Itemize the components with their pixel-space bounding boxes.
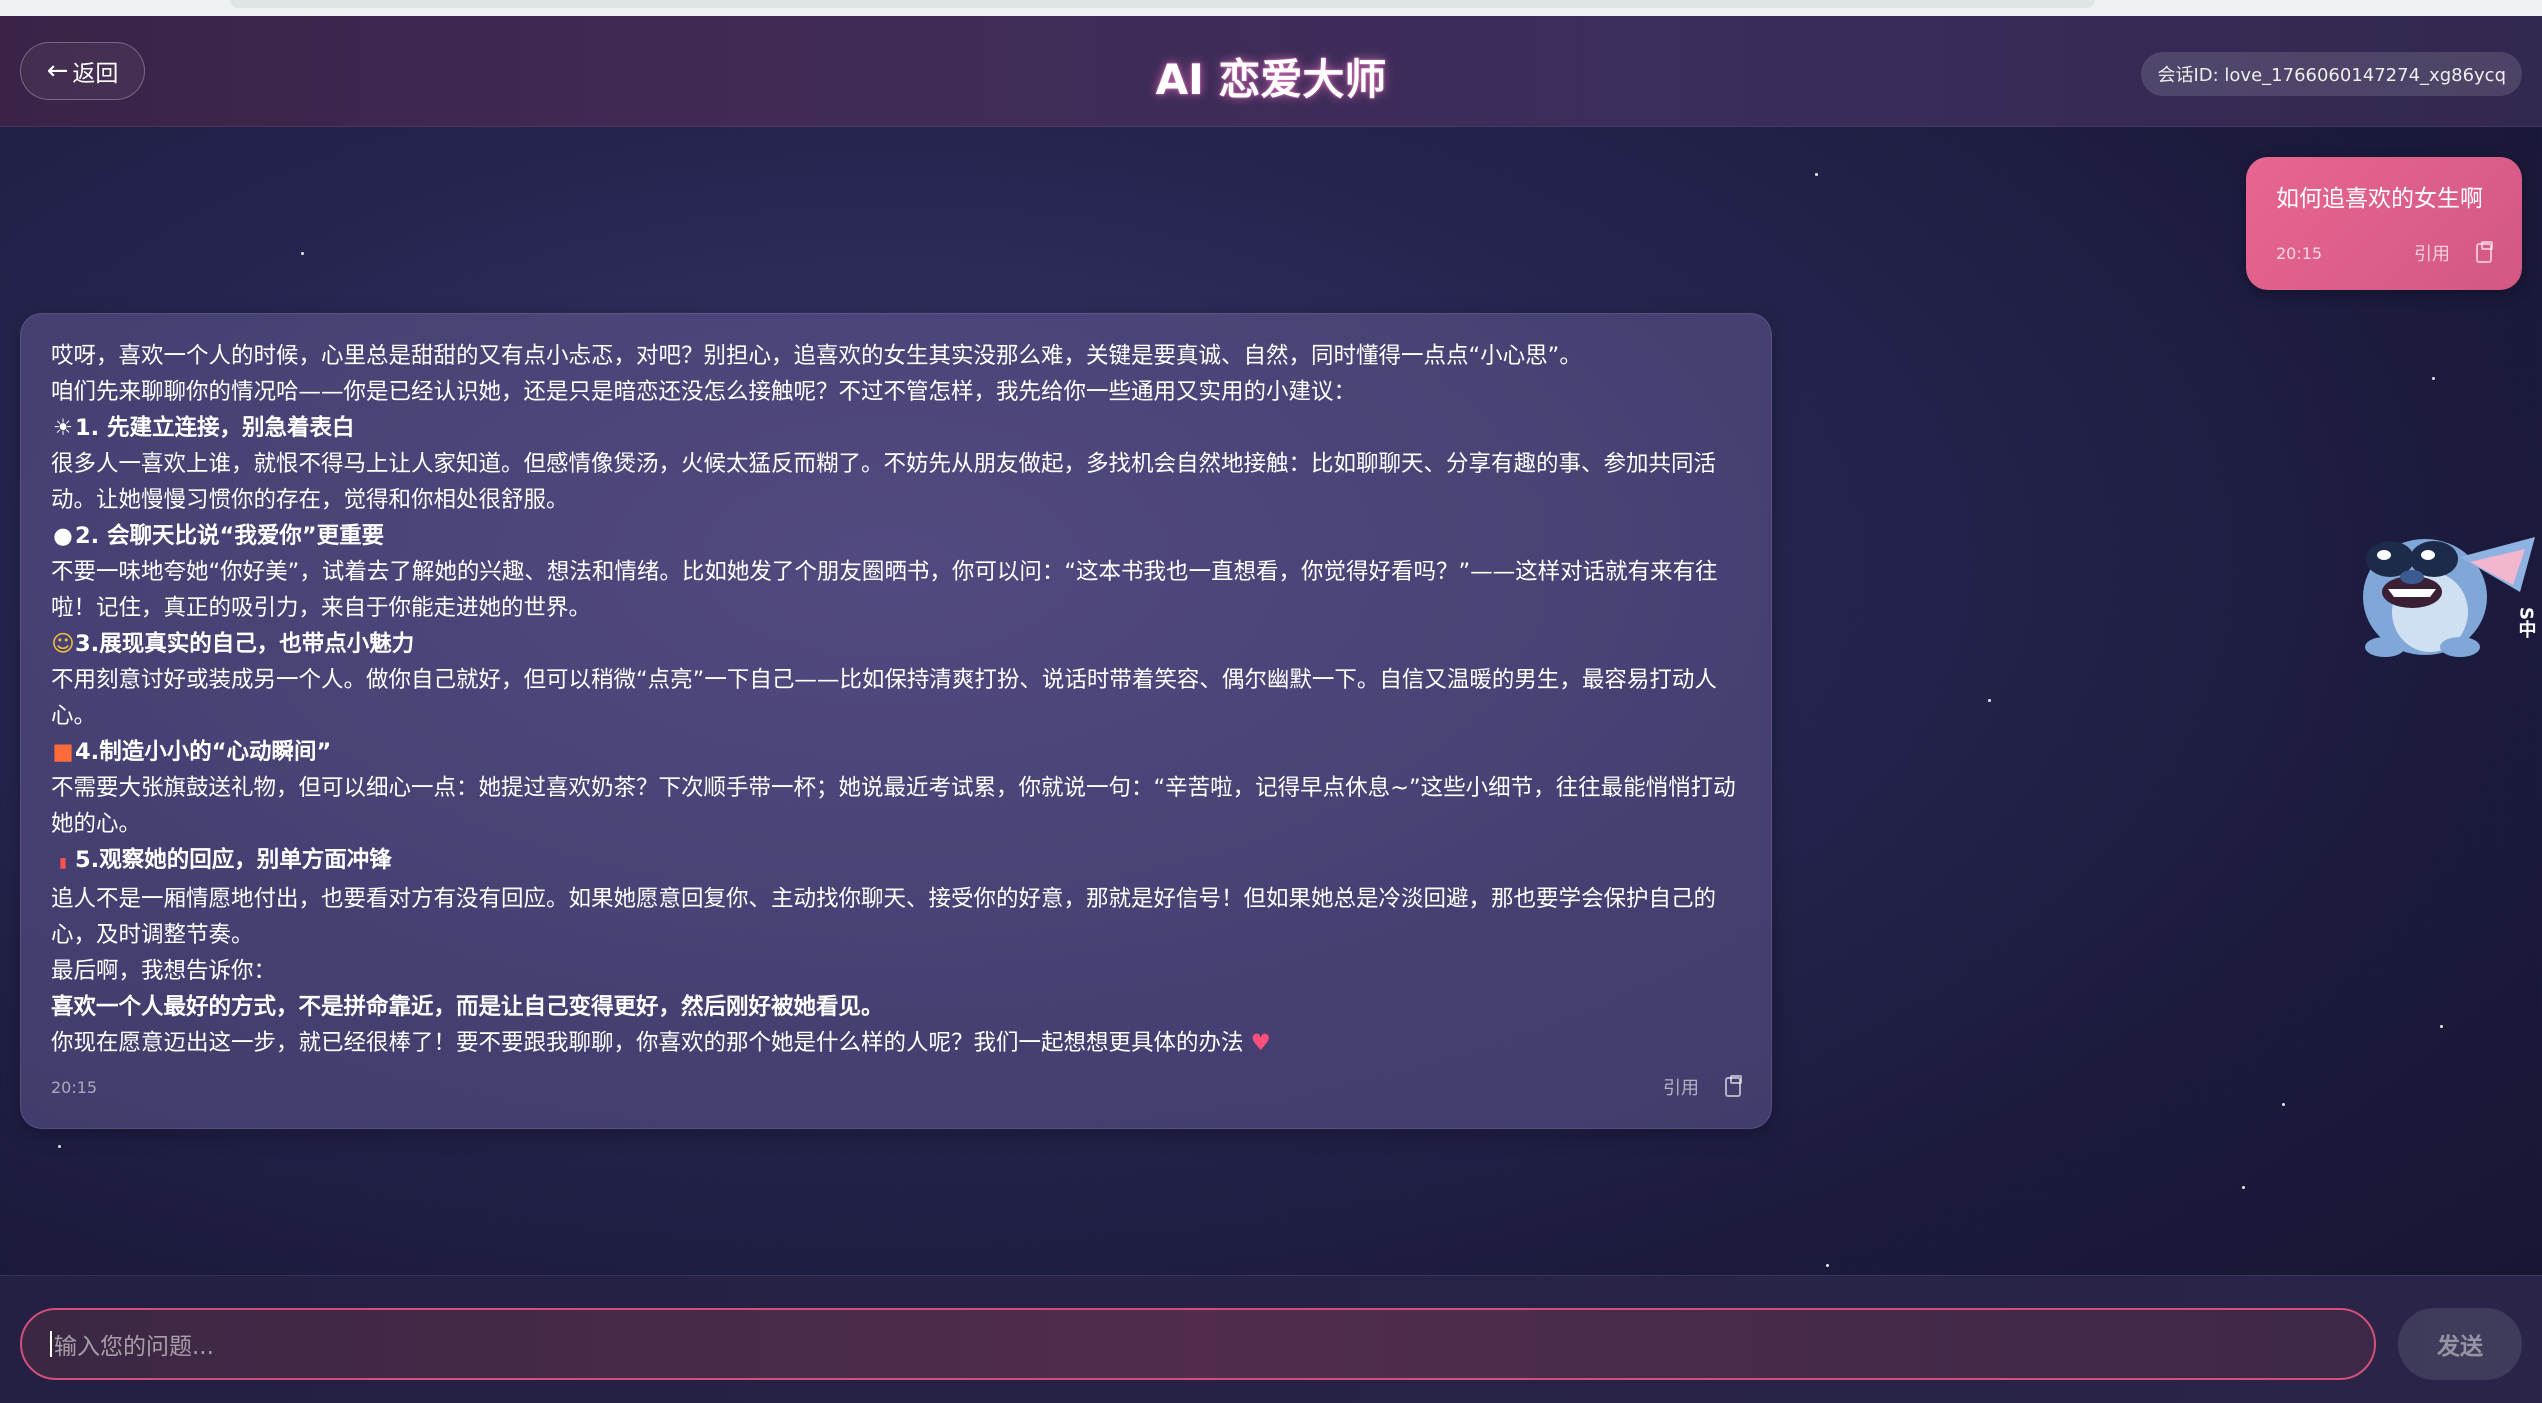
ai-message-bubble: 哎呀，喜欢一个人的时候，心里总是甜甜的又有点小忐忑，对吧？别担心，追喜欢的女生其…	[20, 313, 1772, 1129]
chat-area[interactable]: 如何追喜欢的女生啊 20:15 引用 哎呀，喜欢一个人的时候，心里总是甜甜的又有…	[0, 127, 2542, 1275]
message-time: 20:15	[2276, 243, 2323, 263]
ai-heading: 5.观察她的回应，别单方面冲锋	[75, 847, 392, 873]
ai-message-text: 哎呀，喜欢一个人的时候，心里总是甜甜的又有点小忐忑，对吧？别担心，追喜欢的女生其…	[51, 338, 1741, 1061]
star-decoration	[1826, 1264, 1829, 1267]
star-decoration	[301, 252, 304, 255]
ai-line: 最后啊，我想告诉你：	[51, 958, 277, 984]
user-message-bubble: 如何追喜欢的女生啊 20:15 引用	[2246, 157, 2522, 290]
stitch-mascot-image[interactable]: S中	[2330, 497, 2542, 667]
star-decoration	[1988, 699, 1991, 702]
browser-top-strip	[0, 0, 2542, 16]
user-message-text: 如何追喜欢的女生啊	[2276, 186, 2483, 212]
input-bar: 输入您的问题... 发送	[0, 1275, 2542, 1403]
user-message-meta: 20:15 引用	[2276, 240, 2493, 266]
ai-line: 咱们先来聊聊你的情况哈——你是已经认识她，还是只是暗恋还没怎么接触呢？不过不管怎…	[51, 379, 1357, 405]
smile-icon: ☺	[51, 631, 75, 657]
star-decoration	[1815, 173, 1818, 176]
ai-heading: 3.展现真实的自己，也带点小魅力	[75, 631, 415, 657]
sun-icon: ☀	[52, 415, 74, 441]
heart-icon: ♥	[1250, 1030, 1271, 1056]
star-decoration	[2432, 377, 2435, 380]
mascot-side-text: S中	[2516, 607, 2537, 639]
ai-paragraph: 不要一味地夸她“你好美”，试着去了解她的兴趣、想法和情绪。比如她发了个朋友圈晒书…	[51, 559, 1718, 621]
quote-button[interactable]: 引用	[1663, 1074, 1699, 1100]
speech-bubble-icon: ●	[53, 523, 73, 549]
quote-button[interactable]: 引用	[2414, 240, 2450, 266]
star-decoration	[58, 1145, 61, 1148]
star-decoration	[2440, 1025, 2443, 1028]
ai-paragraph: 追人不是一厢情愿地付出，也要看对方有没有回应。如果她愿意回复你、主动找你聊天、接…	[51, 886, 1717, 948]
app-header: ← 返回 AI 恋爱大师 会话ID: love_1766060147274_xg…	[0, 16, 2542, 127]
traffic-light-icon: ▮	[59, 855, 67, 871]
ai-highlight: 喜欢一个人最好的方式，不是拼命靠近，而是让自己变得更好，然后刚好被她看见。	[51, 994, 884, 1020]
session-id-badge: 会话ID: love_1766060147274_xg86ycq	[2141, 52, 2522, 96]
gift-icon: ■	[52, 739, 74, 765]
ai-paragraph: 很多人一喜欢上谁，就恨不得马上让人家知道。但感情像煲汤，火候太猛反而糊了。不妨先…	[51, 451, 1717, 513]
input-placeholder: 输入您的问题...	[54, 1334, 214, 1360]
send-button[interactable]: 发送	[2398, 1308, 2522, 1380]
ai-line: 你现在愿意迈出这一步，就已经很棒了！要不要跟我聊聊，你喜欢的那个她是什么样的人呢…	[51, 1030, 1244, 1056]
text-caret	[50, 1331, 52, 1357]
ai-heading: 2. 会聊天比说“我爱你”更重要	[75, 523, 385, 549]
ai-line: 哎呀，喜欢一个人的时候，心里总是甜甜的又有点小忐忑，对吧？别担心，追喜欢的女生其…	[51, 343, 1582, 369]
clipboard-icon[interactable]	[2476, 241, 2493, 263]
clipboard-icon[interactable]	[1725, 1075, 1742, 1097]
ai-message-meta: 20:15 引用	[51, 1074, 1742, 1100]
star-decoration	[2242, 1186, 2245, 1189]
ai-paragraph: 不用刻意讨好或装成另一个人。做你自己就好，但可以稍微“点亮”一下自己——比如保持…	[51, 667, 1717, 729]
star-decoration	[2282, 1103, 2285, 1106]
message-time: 20:15	[51, 1077, 98, 1097]
ai-paragraph: 不需要大张旗鼓送礼物，但可以细心一点：她提过喜欢奶茶？下次顺手带一杯；她说最近考…	[51, 775, 1736, 837]
ai-heading: 4.制造小小的“心动瞬间”	[75, 739, 332, 765]
browser-address-bar-edge	[230, 0, 2095, 8]
ai-heading: 1. 先建立连接，别急着表白	[75, 415, 355, 441]
question-input[interactable]: 输入您的问题...	[20, 1308, 2376, 1380]
